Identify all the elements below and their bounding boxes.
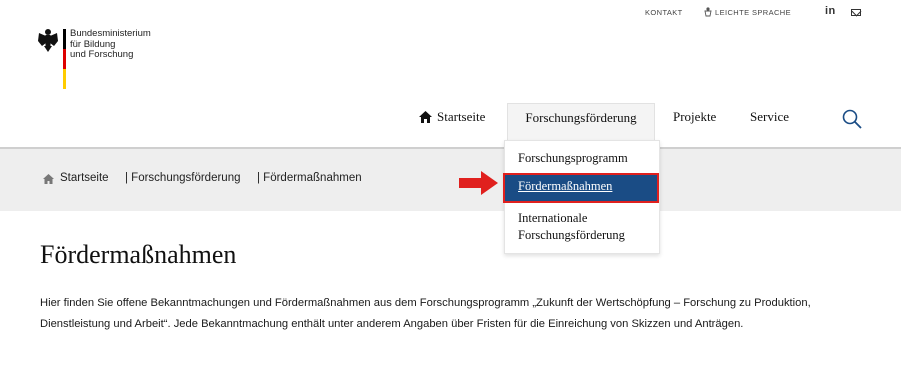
kontakt-link[interactable]: KONTAKT	[645, 8, 683, 17]
leichte-sprache-link[interactable]: LEICHTE SPRACHE	[715, 8, 791, 17]
breadcrumb-item-foerdermassnahmen: | Fördermaßnahmen	[257, 172, 362, 184]
main-navigation: Startseite Forschungsförderung Projekte …	[0, 103, 901, 147]
eagle-icon	[38, 29, 58, 52]
page-title: Fördermaßnahmen	[40, 240, 237, 269]
nav-item-startseite[interactable]: Startseite	[419, 103, 485, 133]
logo-text: Bundesministerium für Bildung und Forsch…	[70, 28, 151, 61]
dropdown-label-line-2: Forschungsförderung	[518, 228, 625, 242]
breadcrumb-item-startseite[interactable]: Startseite	[60, 172, 109, 184]
nav-item-service[interactable]: Service	[750, 103, 789, 133]
search-icon[interactable]	[842, 109, 862, 129]
nav-item-projekte[interactable]: Projekte	[673, 103, 716, 133]
nav-label-forschungsfoerderung: Forschungsförderung	[525, 110, 637, 125]
breadcrumb-home-icon	[43, 174, 54, 184]
dropdown-item-forschungsprogramm[interactable]: Forschungsprogramm	[518, 150, 628, 167]
leichte-sprache-icon	[704, 7, 712, 17]
dropdown-label-line-1: Internationale	[518, 211, 588, 225]
dropdown-item-foerdermassnahmen-label: Fördermaßnahmen	[518, 179, 613, 193]
breadcrumb: Startseite | Forschungsförderung | Förde…	[0, 149, 901, 211]
red-arrow-icon	[459, 171, 498, 195]
nav-label-service: Service	[750, 109, 789, 124]
breadcrumb-item-forschungsfoerderung[interactable]: | Forschungsförderung	[125, 172, 241, 184]
linkedin-icon[interactable]: in	[825, 5, 836, 17]
forschungsfoerderung-dropdown: Forschungsprogramm Fördermaßnahmen Inter…	[503, 140, 660, 254]
flag-bar	[63, 29, 66, 89]
intro-text: Hier finden Sie offene Bekanntmachungen …	[40, 297, 811, 330]
logo-line-3: und Forschung	[70, 49, 134, 60]
dropdown-item-foerdermassnahmen[interactable]: Fördermaßnahmen	[503, 173, 659, 203]
nav-label-startseite: Startseite	[437, 109, 486, 124]
mail-icon[interactable]	[851, 9, 861, 16]
nav-label-projekte: Projekte	[673, 109, 717, 124]
dropdown-item-internationale-forschungsfoerderung[interactable]: Internationale Forschungsförderung	[518, 210, 625, 244]
logo-line-1: Bundesministerium	[70, 28, 151, 39]
home-icon	[419, 111, 432, 123]
